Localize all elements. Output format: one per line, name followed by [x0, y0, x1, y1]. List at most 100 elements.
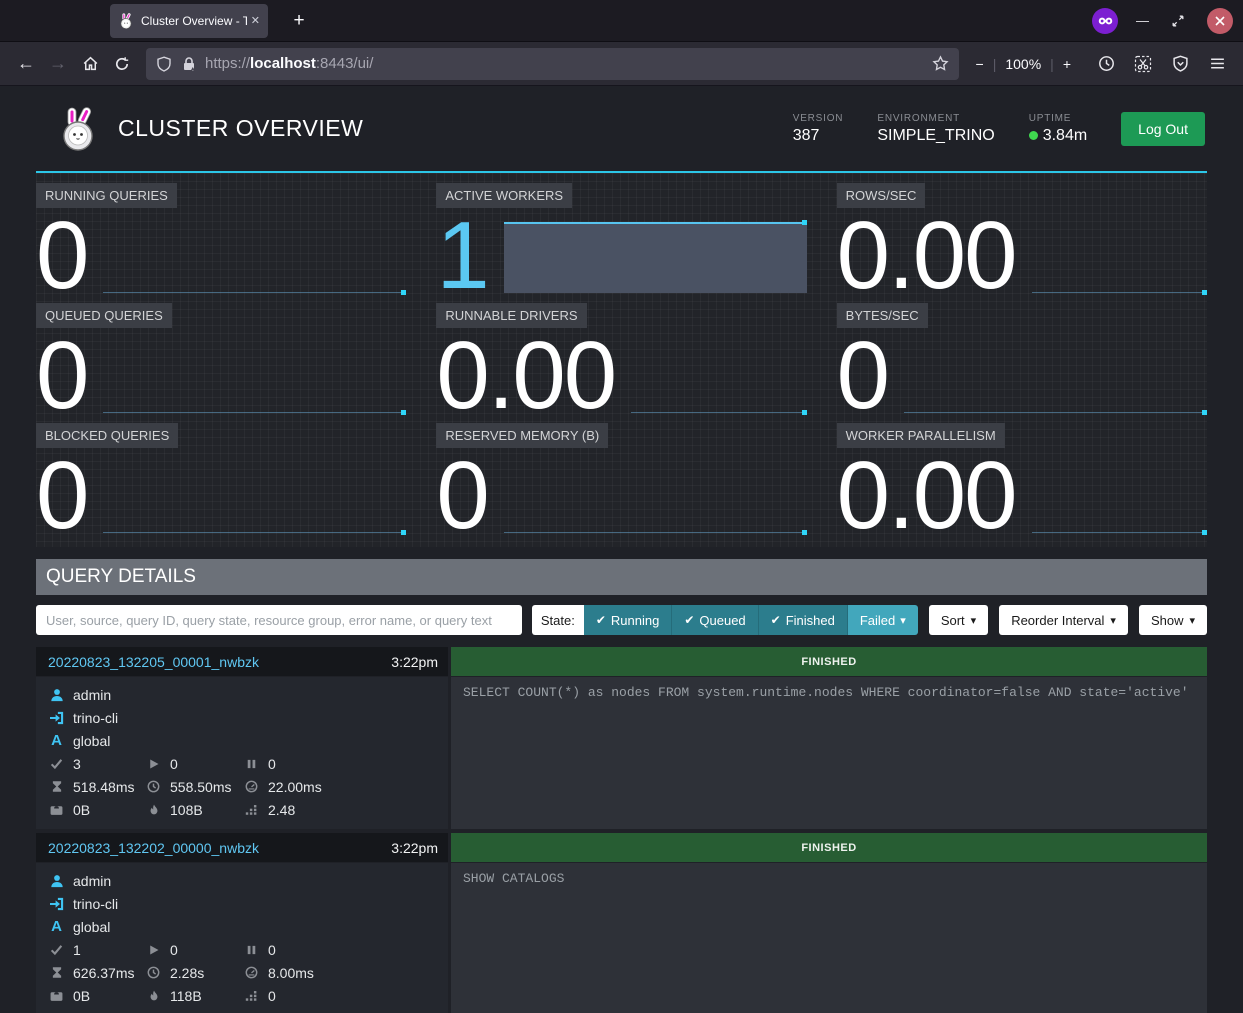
stat-panel-queued-queries: QUEUED QUERIES 0 [36, 303, 406, 415]
sparkline [504, 219, 807, 293]
stat-panel-blocked-queries: BLOCKED QUERIES 0 [36, 423, 406, 535]
running-splits: 0 [170, 756, 178, 772]
zoom-out-button[interactable]: − [967, 56, 993, 72]
filter-running-button[interactable]: ✔Running [584, 605, 673, 635]
new-tab-button[interactable]: + [286, 10, 312, 32]
chevron-down-icon: ▾ [971, 614, 977, 627]
query-time: 3:22pm [391, 840, 438, 856]
cpu-time: 8.00ms [268, 965, 314, 981]
query-user: admin [73, 687, 111, 703]
show-dropdown[interactable]: Show▾ [1139, 605, 1207, 635]
trino-logo [58, 106, 98, 152]
query-filter-toolbar: State: ✔Running ✔Queued ✔Finished Failed… [36, 605, 1207, 635]
query-details-header: QUERY DETAILS [36, 559, 1207, 595]
query-id-link[interactable]: 20220823_132205_00001_nwbzk [48, 654, 391, 670]
minimize-button[interactable]: — [1136, 13, 1149, 28]
back-icon[interactable]: ← [10, 49, 42, 79]
stat-value: 0 [36, 340, 87, 413]
sparkline [103, 339, 406, 413]
zoom-in-button[interactable]: + [1054, 56, 1080, 72]
tab-title: Cluster Overview - Trino [141, 14, 247, 28]
query-resource-group: global [73, 919, 110, 935]
version-value: 387 [793, 127, 844, 145]
query-detail-panel: admin trino-cli Aglobal 3 0 0 518.48ms 5… [36, 677, 448, 829]
cpu-time-gauge-icon [243, 780, 260, 793]
sign-in-icon [48, 711, 65, 725]
navigation-toolbar: ← → https://localhost:8443/ui/ − | 100% … [0, 42, 1243, 86]
screenshot-icon[interactable] [1127, 49, 1159, 79]
filter-finished-button[interactable]: ✔Finished [759, 605, 848, 635]
query-search-input[interactable] [36, 605, 522, 635]
check-icon: ✔ [596, 613, 606, 627]
stat-value: 0 [36, 460, 87, 533]
sparkline [1032, 219, 1208, 293]
peak-memory: 108B [170, 802, 203, 818]
running-splits-play-icon [145, 944, 162, 956]
query-list: 20220823_132205_00001_nwbzk 3:22pm FINIS… [36, 647, 1207, 1013]
shield-icon[interactable] [156, 56, 172, 72]
total-wall-time: 2.28s [170, 965, 204, 981]
bookmark-star-icon[interactable] [932, 55, 949, 72]
total-wall-time-clock-icon [145, 780, 162, 793]
filter-failed-dropdown[interactable]: Failed▾ [848, 605, 918, 635]
page-header: CLUSTER OVERVIEW VERSION 387 ENVIRONMENT… [36, 86, 1207, 173]
running-splits-play-icon [145, 758, 162, 770]
user-icon [48, 688, 65, 702]
history-clock-icon[interactable] [1090, 49, 1122, 79]
restore-button[interactable] [1171, 14, 1185, 28]
sparkline [103, 219, 406, 293]
completed-splits-check-icon [48, 757, 65, 770]
total-wall-time-clock-icon [145, 966, 162, 979]
reorder-interval-dropdown[interactable]: Reorder Interval▾ [999, 605, 1128, 635]
peak-memory: 118B [170, 988, 202, 1004]
parallelism: 0 [268, 988, 276, 1004]
query-sql-text: SELECT COUNT(*) as nodes FROM system.run… [463, 685, 1195, 700]
sparkline [631, 339, 806, 413]
menu-hamburger-icon[interactable] [1201, 49, 1233, 79]
trino-cluster-overview-page: CLUSTER OVERVIEW VERSION 387 ENVIRONMENT… [0, 86, 1243, 1013]
filter-queued-button[interactable]: ✔Queued [672, 605, 758, 635]
uptime-block: UPTIME 3.84m [1029, 113, 1087, 145]
query-resource-group: global [73, 733, 110, 749]
query-id-link[interactable]: 20220823_132202_00000_nwbzk [48, 840, 391, 856]
queued-splits: 0 [268, 942, 276, 958]
logout-button[interactable]: Log Out [1121, 112, 1205, 146]
query-sql-panel: SHOW CATALOGS [451, 863, 1207, 1013]
zoom-level[interactable]: 100% [996, 56, 1050, 72]
home-icon[interactable] [74, 49, 106, 79]
stat-panel-runnable-drivers: RUNNABLE DRIVERS 0.00 [436, 303, 806, 415]
query-row: 20220823_132205_00001_nwbzk 3:22pm FINIS… [36, 647, 1207, 829]
query-detail-panel: admin trino-cli Aglobal 1 0 0 626.37ms 2… [36, 863, 448, 1013]
sparkline [504, 459, 807, 533]
browser-window: Cluster Overview - Trino ✕ + — ← → [0, 0, 1243, 1013]
lock-warning-icon[interactable] [181, 56, 197, 72]
version-label: VERSION [793, 113, 844, 124]
parallelism: 2.48 [268, 802, 295, 818]
check-icon: ✔ [684, 613, 694, 627]
url-bar[interactable]: https://localhost:8443/ui/ [146, 48, 959, 80]
query-status-badge: FINISHED [451, 833, 1207, 862]
page-title: CLUSTER OVERVIEW [118, 115, 793, 142]
completed-splits-check-icon [48, 943, 65, 956]
stat-panel-active-workers: ACTIVE WORKERS 1 [436, 183, 806, 295]
browser-tab[interactable]: Cluster Overview - Trino ✕ [110, 4, 268, 38]
parallelism-chart-icon [243, 989, 260, 1002]
tab-close-icon[interactable]: ✕ [251, 14, 260, 27]
check-icon: ✔ [771, 613, 781, 627]
forward-icon[interactable]: → [42, 49, 74, 79]
stat-panel-reserved-memory: RESERVED MEMORY (B) 0 [436, 423, 806, 535]
query-user: admin [73, 873, 111, 889]
shield-chevron-icon[interactable] [1164, 49, 1196, 79]
uptime-label: UPTIME [1029, 113, 1087, 124]
sign-in-icon [48, 897, 65, 911]
sort-dropdown[interactable]: Sort▾ [929, 605, 988, 635]
reload-icon[interactable] [106, 49, 138, 79]
query-time: 3:22pm [391, 654, 438, 670]
stat-value: 1 [436, 220, 487, 293]
cpu-time: 22.00ms [268, 779, 322, 795]
running-splits: 0 [170, 942, 178, 958]
peak-memory-fire-icon [145, 803, 162, 817]
url-text[interactable]: https://localhost:8443/ui/ [205, 55, 932, 72]
close-button[interactable] [1207, 8, 1233, 34]
stat-panel-running-queries: RUNNING QUERIES 0 [36, 183, 406, 295]
